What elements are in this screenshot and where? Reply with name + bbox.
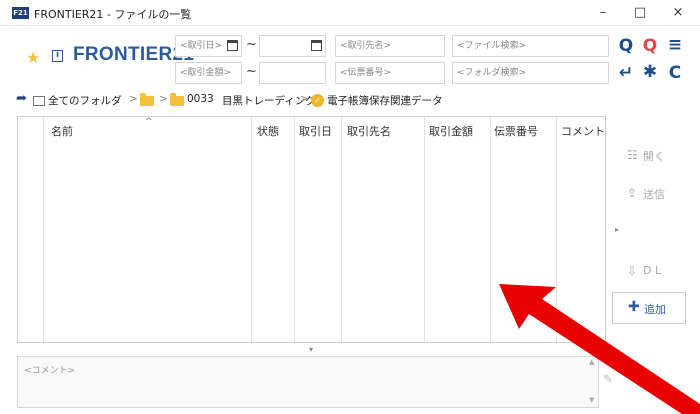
sort-caret-icon: ^ [145, 117, 153, 127]
calendar-icon[interactable] [311, 40, 322, 51]
breadcrumb: ➦ 全てのフォルダ > > 0033 目黒トレーディング > ✓ 電子帳簿保存関… [16, 91, 606, 111]
calendar-icon[interactable] [227, 40, 238, 51]
column-divider [294, 117, 295, 342]
pencil-icon[interactable]: ✎ [603, 372, 613, 386]
grid-icon: ☷ [627, 148, 638, 162]
scroll-down-icon[interactable]: ▼ [589, 396, 594, 404]
breadcrumb-separator: > [129, 93, 138, 105]
column-divider [556, 117, 557, 342]
file-table[interactable]: ^ 名前 状態 取引日 取引先名 取引金額 伝票番号 コメント [17, 116, 606, 343]
breadcrumb-folder-code[interactable]: 0033 [187, 93, 214, 105]
send-button[interactable]: ⇪ 送信 [612, 180, 686, 208]
clear-search-icon[interactable]: Q [639, 36, 661, 56]
window-title: FRONTIER21 - ファイルの一覧 [34, 8, 192, 21]
date-to-field[interactable] [259, 35, 326, 57]
scroll-up-icon[interactable]: ▲ [589, 358, 594, 366]
send-label: 送信 [643, 188, 665, 201]
app-icon: F21 [12, 7, 29, 19]
date-range-tilde: ~ [246, 37, 257, 52]
minimize-button[interactable]: – [585, 2, 621, 24]
menu-icon[interactable]: ≡ [664, 35, 686, 55]
amount-from-field[interactable]: <取引金額> [175, 62, 242, 84]
file-search-field[interactable]: <ファイル検索> [452, 35, 609, 57]
column-divider [424, 117, 425, 342]
download-button[interactable]: ⇩ D L [612, 258, 686, 286]
column-divider [43, 117, 44, 342]
breadcrumb-all-folders[interactable]: 全てのフォルダ [48, 93, 122, 108]
open-label: 開く [643, 150, 665, 163]
folder-icon [170, 93, 184, 106]
amount-range-tilde: ~ [246, 64, 257, 79]
favorite-star-icon[interactable]: ★ [26, 48, 40, 67]
breadcrumb-current: 電子帳簿保存関連データ [327, 95, 443, 107]
refresh-icon[interactable]: C [664, 63, 686, 83]
column-header-voucher[interactable]: 伝票番号 [494, 123, 538, 139]
maximize-button[interactable]: □ [622, 2, 658, 24]
open-button[interactable]: ☷ 開く [612, 142, 686, 170]
shield-check-icon: ✓ [311, 94, 324, 107]
download-label: D L [643, 264, 662, 277]
amount-to-field[interactable] [259, 62, 326, 84]
folder-outline-icon [33, 96, 45, 106]
column-header-status[interactable]: 状態 [257, 123, 279, 139]
close-button[interactable]: × [660, 2, 696, 24]
upload-icon: ⇪ [627, 186, 638, 200]
folder-search-field[interactable]: <フォルダ検索> [452, 62, 609, 84]
date-from-field[interactable]: <取引日> [175, 35, 242, 57]
partner-name-field[interactable]: <取引先名> [335, 35, 445, 57]
plus-icon: ✚ [628, 299, 640, 315]
comment-field[interactable]: <コメント> [17, 356, 599, 408]
column-header-partner[interactable]: 取引先名 [347, 123, 391, 139]
column-header-comment[interactable]: コメント [561, 123, 605, 139]
info-icon[interactable]: i [52, 50, 63, 62]
breadcrumb-separator: > [159, 93, 168, 105]
date-from-placeholder: <取引日> [180, 41, 223, 51]
title-bar: F21 FRONTIER21 - ファイルの一覧 – □ × [0, 0, 700, 26]
add-button[interactable]: ✚ 追加 [612, 292, 686, 324]
enter-icon[interactable]: ↵ [615, 63, 637, 83]
comment-expand-arrow-icon[interactable]: ▾ [309, 345, 313, 354]
column-header-amount[interactable]: 取引金額 [429, 123, 473, 139]
column-divider [251, 117, 252, 342]
column-divider [490, 117, 491, 342]
comment-placeholder: <コメント> [24, 366, 76, 376]
folder-icon[interactable] [140, 93, 154, 106]
asterisk-icon[interactable]: ✱ [639, 62, 661, 82]
column-header-date[interactable]: 取引日 [299, 123, 332, 139]
add-label: 追加 [644, 303, 666, 316]
column-divider [341, 117, 342, 342]
voucher-number-field[interactable]: <伝票番号> [335, 62, 445, 84]
search-icon[interactable]: Q [615, 36, 637, 56]
breadcrumb-separator: > [300, 93, 309, 105]
download-icon: ⇩ [627, 264, 638, 278]
column-header-name[interactable]: 名前 [51, 123, 73, 139]
panel-collapse-arrow-icon[interactable]: ▸ [615, 225, 619, 234]
back-arrow-icon[interactable]: ➦ [16, 91, 27, 106]
